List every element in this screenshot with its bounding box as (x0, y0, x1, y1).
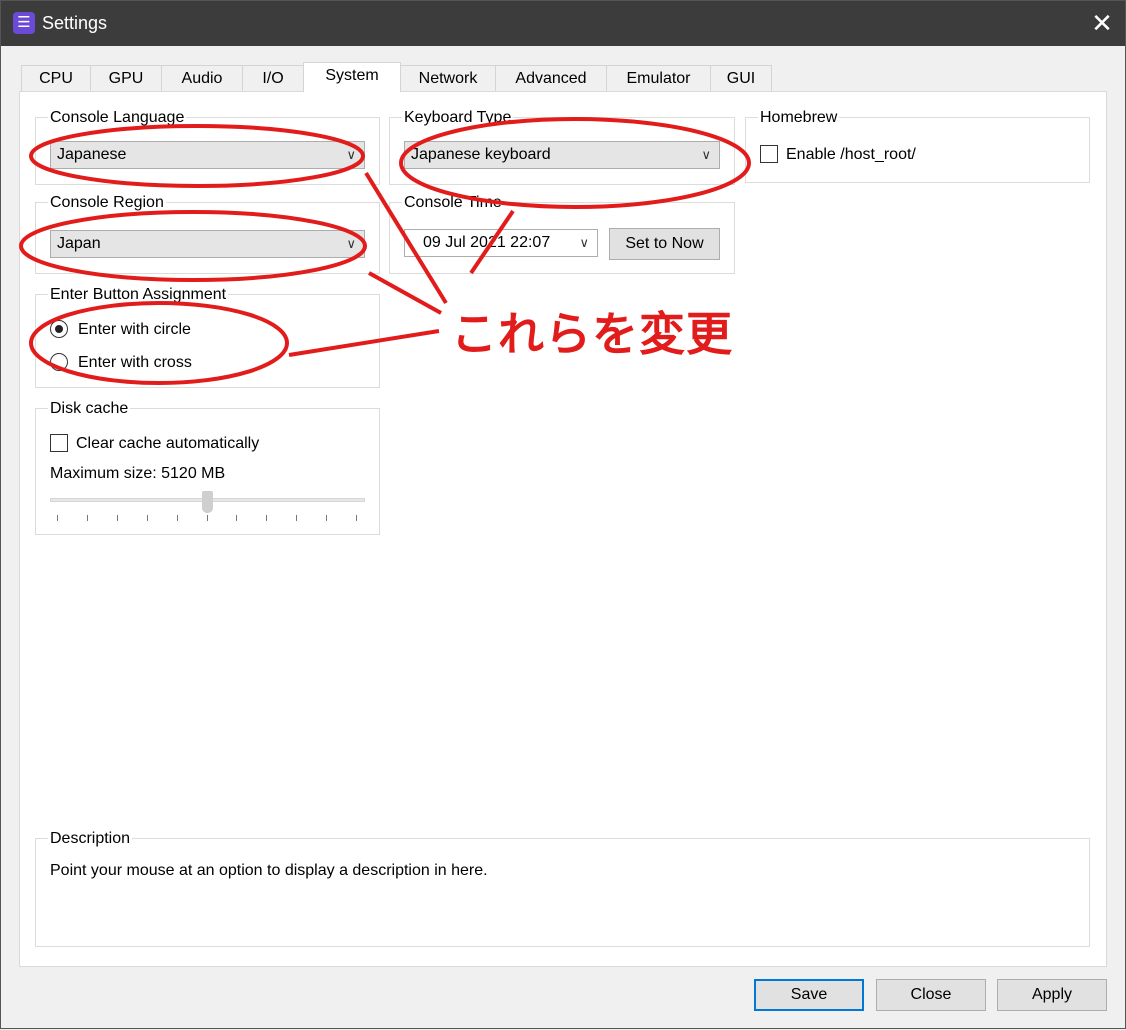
apply-button[interactable]: Apply (997, 979, 1107, 1011)
description-text: Point your mouse at an option to display… (50, 862, 488, 879)
title-bar: ☰ Settings ✕ (1, 1, 1125, 46)
disk-cache-label: Disk cache (48, 400, 131, 418)
enter-circle-label[interactable]: Enter with circle (78, 321, 191, 339)
annotation-text: これらを変更 (451, 308, 733, 360)
close-window-icon[interactable]: ✕ (1087, 7, 1117, 39)
tab-system[interactable]: System (303, 62, 401, 92)
slider-tick (356, 515, 357, 521)
slider-tick (326, 515, 328, 521)
tab-network[interactable]: Network (400, 65, 496, 91)
slider-tick (206, 515, 208, 521)
clear-cache-label[interactable]: Clear cache automatically (76, 435, 259, 453)
host-root-label[interactable]: Enable /host_root/ (786, 146, 916, 164)
slider-thumb[interactable] (201, 491, 213, 513)
console-time-picker[interactable]: 09 Jul 2021 22:07 ∨ (404, 229, 598, 257)
save-button[interactable]: Save (754, 979, 864, 1011)
console-time-value: 09 Jul 2021 22:07 (423, 234, 551, 251)
app-icon: ☰ (13, 12, 35, 34)
console-language-value: Japanese (57, 146, 127, 163)
slider-tick (57, 515, 58, 521)
settings-window: ☰ Settings ✕ CPU GPU Audio I/O System Ne… (0, 0, 1126, 1029)
homebrew-label: Homebrew (758, 109, 840, 127)
chevron-down-icon: ∨ (346, 236, 356, 251)
tab-io[interactable]: I/O (242, 65, 304, 91)
slider-tick (296, 515, 298, 521)
enter-button-group: Enter Button Assignment (35, 286, 380, 388)
keyboard-type-value: Japanese keyboard (411, 146, 551, 163)
chevron-down-icon: ∨ (346, 147, 356, 162)
console-region-select[interactable]: Japan ∨ (50, 230, 365, 258)
keyboard-type-label: Keyboard Type (402, 109, 514, 127)
console-region-value: Japan (57, 235, 101, 252)
chevron-down-icon: ∨ (701, 147, 711, 162)
enter-cross-label[interactable]: Enter with cross (78, 354, 192, 372)
set-to-now-button[interactable]: Set to Now (609, 228, 720, 260)
slider-tick (116, 515, 118, 521)
slider-tick (176, 515, 178, 521)
enter-circle-radio[interactable] (50, 320, 68, 338)
tab-advanced[interactable]: Advanced (495, 65, 607, 91)
close-button[interactable]: Close (876, 979, 986, 1011)
tab-gui[interactable]: GUI (710, 65, 772, 91)
chevron-down-icon: ∨ (579, 235, 589, 250)
max-size-label: Maximum size: 5120 MB (50, 465, 226, 482)
window-title: Settings (42, 13, 108, 33)
enter-cross-radio[interactable] (50, 353, 68, 371)
host-root-checkbox[interactable] (760, 145, 778, 163)
slider-tick (266, 515, 268, 521)
console-language-select[interactable]: Japanese ∨ (50, 141, 365, 169)
console-time-label: Console Time (402, 194, 504, 212)
tab-cpu[interactable]: CPU (21, 65, 91, 91)
clear-cache-checkbox[interactable] (50, 434, 68, 452)
slider-tick (236, 515, 238, 521)
enter-button-label: Enter Button Assignment (48, 286, 229, 304)
console-region-label: Console Region (48, 194, 166, 212)
slider-tick (86, 515, 88, 521)
description-label: Description (48, 830, 133, 848)
tab-audio[interactable]: Audio (161, 65, 243, 91)
tab-emulator[interactable]: Emulator (606, 65, 711, 91)
keyboard-type-select[interactable]: Japanese keyboard ∨ (404, 141, 720, 169)
console-language-label: Console Language (48, 109, 187, 127)
slider-tick (146, 515, 148, 521)
description-group: Description (35, 830, 1090, 947)
tab-gpu[interactable]: GPU (90, 65, 162, 91)
